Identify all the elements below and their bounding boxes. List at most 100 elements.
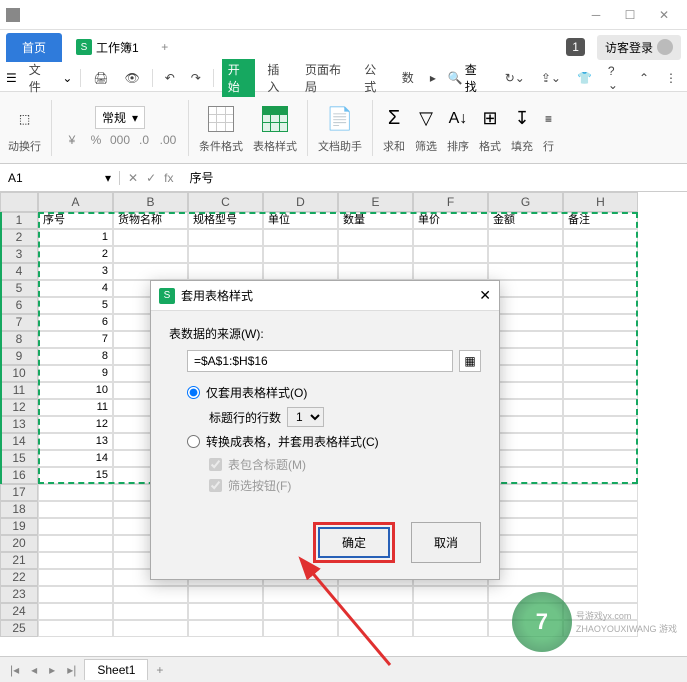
cell[interactable]: 6 — [38, 314, 113, 331]
cell[interactable] — [563, 365, 638, 382]
cell[interactable] — [563, 450, 638, 467]
cell[interactable] — [338, 586, 413, 603]
qat-save-icon[interactable]: 🖨 — [89, 69, 112, 87]
cell[interactable] — [113, 620, 188, 637]
row-header[interactable]: 20 — [0, 535, 38, 552]
ribbon-format[interactable]: ⊞ 格式 — [479, 102, 501, 154]
cell[interactable] — [563, 246, 638, 263]
cell[interactable] — [563, 331, 638, 348]
row-header[interactable]: 1 — [0, 212, 38, 229]
cell[interactable] — [263, 229, 338, 246]
cell[interactable] — [563, 535, 638, 552]
cell[interactable] — [563, 229, 638, 246]
range-selector-button[interactable]: ▦ — [459, 350, 481, 372]
cloud-sync-icon[interactable]: ↻⌄ — [501, 69, 529, 87]
cell[interactable] — [563, 263, 638, 280]
select-all-corner[interactable] — [0, 192, 38, 212]
close-button[interactable]: ✕ — [647, 3, 681, 27]
name-box[interactable]: A1 ▾ — [0, 171, 120, 185]
cell[interactable]: 单价 — [413, 212, 488, 229]
cell[interactable] — [563, 518, 638, 535]
cell[interactable] — [563, 484, 638, 501]
menu-insert[interactable]: 插入 — [263, 59, 293, 97]
cell[interactable]: 备注 — [563, 212, 638, 229]
cell[interactable] — [263, 620, 338, 637]
cell[interactable] — [38, 552, 113, 569]
cell[interactable] — [188, 620, 263, 637]
range-input[interactable] — [187, 350, 453, 372]
cell[interactable] — [263, 586, 338, 603]
row-header[interactable]: 23 — [0, 586, 38, 603]
row-header[interactable]: 14 — [0, 433, 38, 450]
cell[interactable] — [188, 586, 263, 603]
sheet-nav-first-icon[interactable]: |◂ — [6, 663, 23, 677]
row-header[interactable]: 15 — [0, 450, 38, 467]
cell[interactable] — [113, 229, 188, 246]
fx-icon[interactable]: fx — [164, 171, 173, 185]
cell[interactable] — [413, 586, 488, 603]
cell[interactable] — [488, 229, 563, 246]
cell[interactable] — [488, 246, 563, 263]
cell[interactable] — [338, 246, 413, 263]
cell[interactable] — [563, 348, 638, 365]
cell[interactable] — [488, 263, 563, 280]
cell[interactable] — [113, 263, 188, 280]
cell[interactable] — [263, 603, 338, 620]
cell[interactable]: 12 — [38, 416, 113, 433]
cell[interactable]: 2 — [38, 246, 113, 263]
cell[interactable] — [563, 569, 638, 586]
row-header[interactable]: 7 — [0, 314, 38, 331]
cell[interactable]: 金额 — [488, 212, 563, 229]
cell[interactable]: 3 — [38, 263, 113, 280]
menu-pagelayout[interactable]: 页面布局 — [301, 59, 352, 97]
menu-data[interactable]: 数 — [398, 67, 418, 88]
cell[interactable] — [563, 399, 638, 416]
row-header[interactable]: 13 — [0, 416, 38, 433]
cell[interactable] — [563, 552, 638, 569]
cell[interactable] — [38, 586, 113, 603]
maximize-button[interactable]: ☐ — [613, 3, 647, 27]
cell[interactable]: 8 — [38, 348, 113, 365]
help-icon[interactable]: ?⌄ — [604, 62, 627, 94]
wrap-text-icon[interactable]: ⬚ — [19, 112, 30, 126]
menu-file[interactable]: 文件 — [25, 59, 55, 97]
row-header[interactable]: 6 — [0, 297, 38, 314]
tab-home[interactable]: 首页 — [6, 33, 62, 62]
row-header[interactable]: 12 — [0, 399, 38, 416]
sheet-nav-next-icon[interactable]: ▸ — [45, 663, 59, 677]
column-header[interactable]: C — [188, 192, 263, 212]
cell[interactable] — [38, 620, 113, 637]
ribbon-sort[interactable]: A↓ 排序 — [447, 102, 469, 154]
column-header[interactable]: D — [263, 192, 338, 212]
row-header[interactable]: 16 — [0, 467, 38, 484]
cell[interactable] — [38, 569, 113, 586]
cell[interactable]: 10 — [38, 382, 113, 399]
ribbon-row[interactable]: ≡ 行 — [543, 102, 554, 154]
cell[interactable]: 1 — [38, 229, 113, 246]
cell[interactable] — [563, 314, 638, 331]
cell[interactable] — [113, 603, 188, 620]
cell[interactable] — [38, 501, 113, 518]
cancel-button[interactable]: 取消 — [411, 522, 481, 563]
column-header[interactable]: B — [113, 192, 188, 212]
number-format-combo[interactable]: 常规 ▾ — [95, 106, 145, 129]
cell[interactable]: 规格型号 — [188, 212, 263, 229]
comma-icon[interactable]: 000 — [110, 131, 130, 149]
row-header[interactable]: 21 — [0, 552, 38, 569]
qat-preview-icon[interactable]: 👁 — [121, 69, 144, 87]
menu-search[interactable]: 🔍 查找 — [448, 61, 485, 95]
cell[interactable] — [563, 501, 638, 518]
ribbon-fill[interactable]: ↧ 填充 — [511, 102, 533, 154]
qat-undo-icon[interactable]: ↶ — [161, 69, 179, 87]
hamburger-icon[interactable]: ☰ — [6, 71, 17, 85]
radio-convert-table[interactable] — [187, 435, 200, 448]
cell[interactable] — [263, 246, 338, 263]
row-header[interactable]: 3 — [0, 246, 38, 263]
increase-decimal-icon[interactable]: .00 — [158, 131, 178, 149]
dialog-close-button[interactable]: ✕ — [479, 287, 491, 304]
tab-workbook[interactable]: S 工作簿1 — [66, 33, 149, 62]
cell[interactable] — [563, 467, 638, 484]
cell[interactable]: 序号 — [38, 212, 113, 229]
cell[interactable]: 数量 — [338, 212, 413, 229]
ok-button[interactable]: 确定 — [318, 527, 390, 558]
